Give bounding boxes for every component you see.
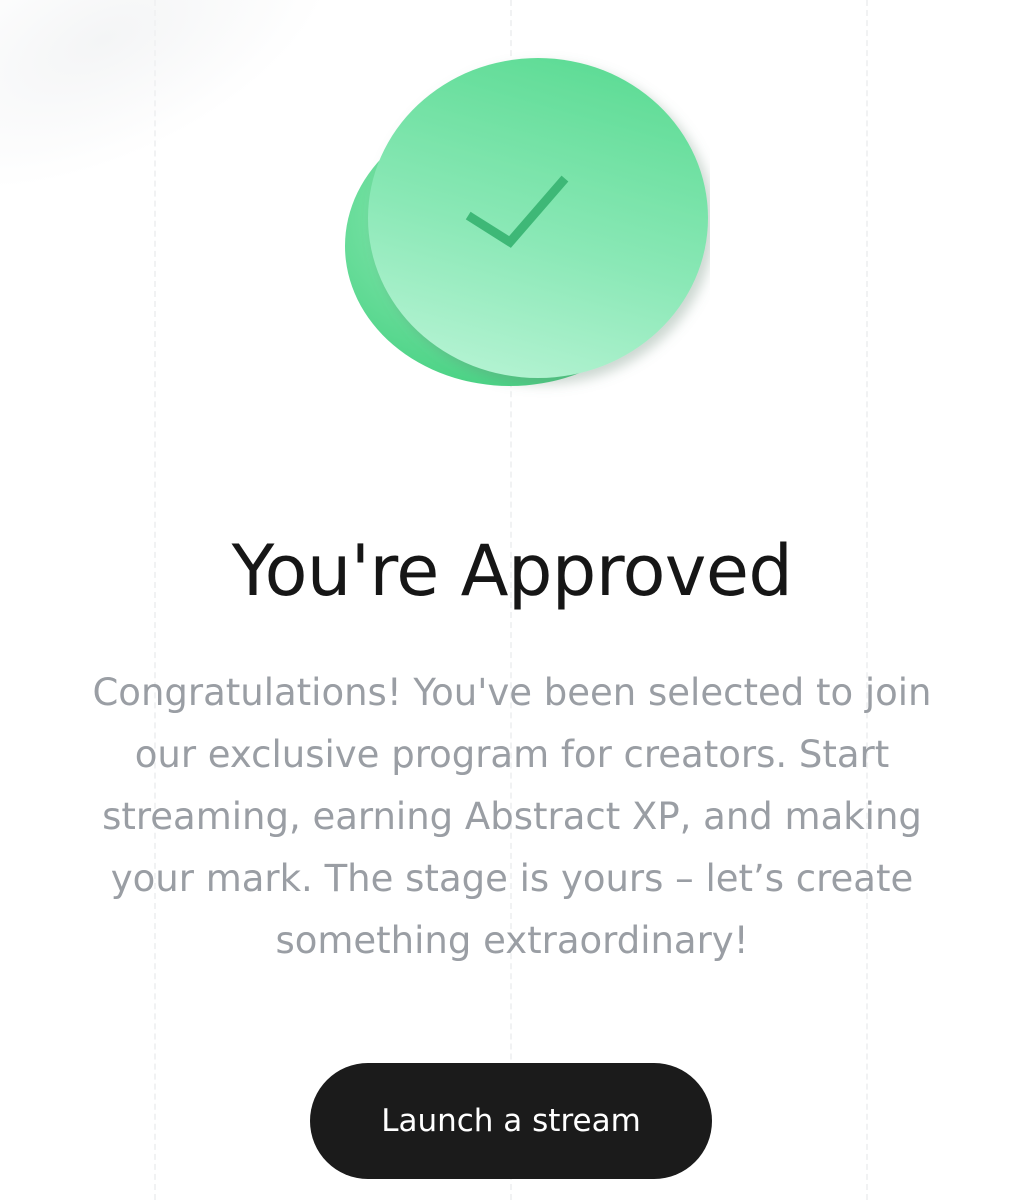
- corner-glow: [0, 0, 383, 220]
- approved-badge: [330, 40, 710, 400]
- check-badge-icon: [345, 58, 708, 386]
- launch-stream-button[interactable]: Launch a stream: [310, 1063, 712, 1179]
- badge-front-disc: [368, 58, 708, 378]
- approval-description: Congratulations! You've been selected to…: [92, 671, 932, 962]
- page-title: You're Approved: [231, 530, 793, 612]
